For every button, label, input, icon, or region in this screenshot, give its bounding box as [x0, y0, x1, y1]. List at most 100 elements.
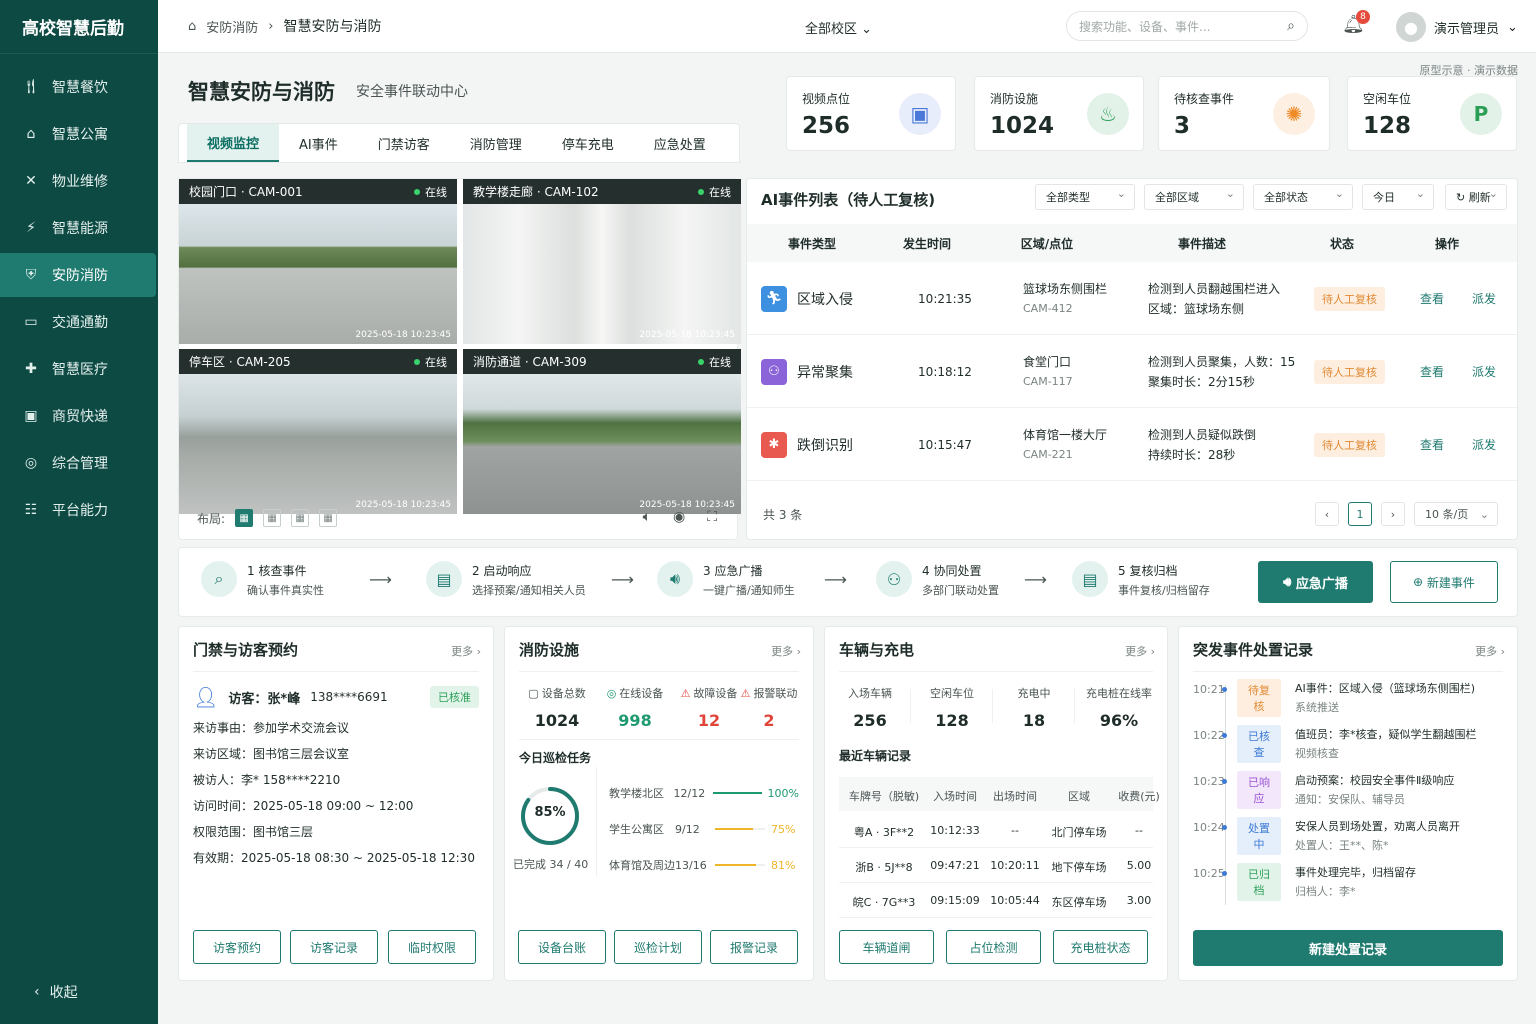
- more-label: 更多: [451, 645, 474, 658]
- search-icon[interactable]: ⌕: [1287, 18, 1295, 34]
- tab[interactable]: 视频监控: [187, 124, 280, 162]
- timeline-item[interactable]: 10:25 已归档 事件处理完毕，归档留存 归档人：李*: [1193, 863, 1517, 901]
- collapse-button[interactable]: ‹ 收起: [34, 982, 78, 1002]
- col-type: 事件类型: [787, 236, 836, 251]
- event-time: 10:15:47: [918, 437, 972, 452]
- sidebar-item[interactable]: ▭ 交通通勤: [0, 300, 158, 344]
- layout-4x4-icon[interactable]: ▦: [319, 509, 338, 527]
- panel-action-button[interactable]: 访客预约: [193, 930, 281, 964]
- desc-line: 持续时长：28秒: [1148, 447, 1236, 462]
- page-size-select[interactable]: 10 条/页 ⌄: [1414, 502, 1498, 526]
- dispatch-link[interactable]: 派发: [1472, 436, 1496, 453]
- volume-icon[interactable]: 🔈︎: [643, 509, 651, 525]
- page-1-button[interactable]: 1: [1348, 502, 1372, 526]
- sidebar-item-label: 智慧医疗: [52, 362, 108, 378]
- patrol-percent: 75%: [771, 822, 796, 836]
- vehicle-col-header: 出场时间: [993, 790, 1037, 803]
- layout-3x3-icon[interactable]: ▦: [291, 509, 310, 527]
- user-menu[interactable]: ● 演示管理员 ⌄: [1396, 12, 1518, 42]
- timeline-item[interactable]: 10:22 已核查 值班员：李*核查，疑似学生翻越围栏 视频核查: [1193, 725, 1517, 763]
- total-count: 共 3 条: [763, 507, 803, 522]
- panel-action-button[interactable]: 车辆道闸: [839, 930, 934, 964]
- table-row[interactable]: 浙B · 5J**8 09:47:21 10:20:11 地下停车场 5.00: [839, 848, 1153, 883]
- timeline-item[interactable]: 10:23 已响应 启动预案：校园安全事件Ⅱ级响应 通知：安保队、辅导员: [1193, 771, 1517, 809]
- sidebar-item[interactable]: ☷ 平台能力: [0, 488, 158, 532]
- table-row[interactable]: ✱ 跌倒识别 10:15:47 体育馆一楼大厅 CAM-221 检测到人员疑似跌倒 持续时长…: [747, 409, 1517, 481]
- next-page-button[interactable]: ›: [1381, 502, 1405, 526]
- home-icon[interactable]: ⌂: [188, 19, 196, 34]
- stat-card: 视频点位 256 ▣: [786, 76, 956, 151]
- table-row[interactable]: 皖C · 7G**3 09:15:09 10:05:44 东区停车场 3.00: [839, 883, 1153, 918]
- delivery-icon: ▣: [24, 408, 38, 424]
- panel-action-button[interactable]: 占位检测: [946, 930, 1041, 964]
- sidebar-item[interactable]: ✕ 物业维修: [0, 159, 158, 203]
- layout-grid-icon[interactable]: ▦: [263, 509, 282, 527]
- type-filter-select[interactable]: 全部类型: [1035, 184, 1135, 210]
- refresh-button[interactable]: ↻ 刷新: [1445, 184, 1507, 210]
- area-filter-select[interactable]: 全部区域: [1144, 184, 1244, 210]
- fullscreen-icon[interactable]: ⛶: [707, 509, 717, 525]
- tab[interactable]: 应急处置: [634, 124, 726, 162]
- layout-label: 布局:: [197, 511, 226, 526]
- dispatch-link[interactable]: 派发: [1472, 363, 1496, 380]
- access-more-link[interactable]: 更多 ›: [451, 643, 481, 659]
- timeline-item[interactable]: 10:21 待复核 AI事件：区域入侵（篮球场东侧围栏) 系统推送: [1193, 679, 1517, 717]
- panel-action-button[interactable]: 巡检计划: [614, 930, 702, 964]
- video-controls: 布局: ▦ ▦ ▦ ▦ 🔈︎ ◉ ⛶: [179, 497, 737, 539]
- camera-feed[interactable]: 教学楼走廊 · CAM-102 在线 2025-05-18 10:23:45: [463, 179, 741, 344]
- tab[interactable]: 门禁访客: [358, 124, 450, 162]
- vehicle-more-link[interactable]: 更多 ›: [1125, 643, 1155, 659]
- approved-badge: 已核准: [430, 686, 479, 708]
- camera-feed[interactable]: 停车区 · CAM-205 在线 2025-05-18 10:23:45: [179, 349, 457, 514]
- table-row[interactable]: 🏃︎ 区域入侵 10:21:35 篮球场东侧围栏 CAM-412 检测到人员翻越围栏进入区…: [747, 263, 1517, 335]
- event-actions: 查看 派发: [1420, 436, 1496, 453]
- panel-action-button[interactable]: 充电桩状态: [1053, 930, 1148, 964]
- emergency-broadcast-button[interactable]: 🔊︎ 应急广播: [1258, 561, 1373, 603]
- sidebar-item[interactable]: ◎ 综合管理: [0, 441, 158, 485]
- panel-action-button[interactable]: 报警记录: [710, 930, 798, 964]
- timeline-main: 启动预案：校园安全事件Ⅱ级响应: [1295, 774, 1455, 787]
- view-link[interactable]: 查看: [1420, 290, 1444, 307]
- tab[interactable]: AI事件: [279, 124, 358, 162]
- view-link[interactable]: 查看: [1420, 436, 1444, 453]
- sidebar-item[interactable]: ⌂ 智慧公寓: [0, 112, 158, 156]
- camera-id: CAM-412: [1023, 301, 1073, 315]
- prev-page-button[interactable]: ‹: [1315, 502, 1339, 526]
- camera-feed[interactable]: 校园门口 · CAM-001 在线 2025-05-18 10:23:45: [179, 179, 457, 344]
- panel-action-button[interactable]: 设备台账: [518, 930, 606, 964]
- table-row[interactable]: ⚇ 异常聚集 10:18:12 食堂门口 CAM-117 检测到人员聚集，人数：15 聚集时…: [747, 336, 1517, 408]
- view-link[interactable]: 查看: [1420, 363, 1444, 380]
- date-filter-select[interactable]: 今日: [1362, 184, 1434, 210]
- layout-2x2-icon[interactable]: ▦: [235, 509, 254, 527]
- status-filter-select[interactable]: 全部状态: [1253, 184, 1353, 210]
- dispatch-link[interactable]: 派发: [1472, 290, 1496, 307]
- new-incident-record-button[interactable]: 新建处置记录: [1193, 930, 1503, 966]
- sidebar-item[interactable]: 🍴︎ 智慧餐饮: [0, 65, 158, 109]
- camera-snapshot-icon[interactable]: ◉: [673, 509, 685, 525]
- shield-icon: ⛨: [25, 267, 37, 283]
- new-event-button[interactable]: ⊕ 新建事件: [1390, 561, 1498, 603]
- col-status: 状态: [1329, 236, 1354, 251]
- col-actions: 操作: [1434, 236, 1459, 251]
- tab[interactable]: 停车充电: [542, 124, 634, 162]
- incident-more-link[interactable]: 更多 ›: [1475, 643, 1505, 659]
- camera-feed[interactable]: 消防通道 · CAM-309 在线 2025-05-18 10:23:45: [463, 349, 741, 514]
- panel-action-button[interactable]: 临时权限: [388, 930, 476, 964]
- timeline-sub: 系统推送: [1295, 701, 1339, 714]
- fire-more-link[interactable]: 更多 ›: [771, 643, 801, 659]
- search-input[interactable]: 搜索功能、设备、事件... ⌕: [1066, 11, 1308, 41]
- sidebar-item[interactable]: ✚ 智慧医疗: [0, 347, 158, 391]
- sidebar-item[interactable]: ⛨ 安防消防: [0, 253, 156, 297]
- parking-icon: P: [1460, 93, 1502, 135]
- sidebar-item[interactable]: ▣ 商贸快递: [0, 394, 158, 438]
- breadcrumb-parent[interactable]: 安防消防: [206, 17, 258, 36]
- campus-select[interactable]: 全部校区 ⌄: [805, 18, 872, 37]
- pagination: 共 3 条 ‹ 1 › 10 条/页 ⌄: [747, 489, 1517, 539]
- fire-kpi-label-row: ▢ 设备总数: [521, 685, 593, 701]
- tab[interactable]: 消防管理: [450, 124, 542, 162]
- table-row[interactable]: 粤A · 3F**2 10:12:33 -- 北门停车场 --: [839, 813, 1153, 848]
- vehicle-kpi-value: 96%: [1099, 711, 1139, 730]
- panel-action-button[interactable]: 访客记录: [290, 930, 378, 964]
- timeline-item[interactable]: 10:24 处置中 安保人员到场处置，劝离人员离开 处置人：王**、陈*: [1193, 817, 1517, 855]
- sidebar-item[interactable]: ⚡︎ 智慧能源: [0, 206, 158, 250]
